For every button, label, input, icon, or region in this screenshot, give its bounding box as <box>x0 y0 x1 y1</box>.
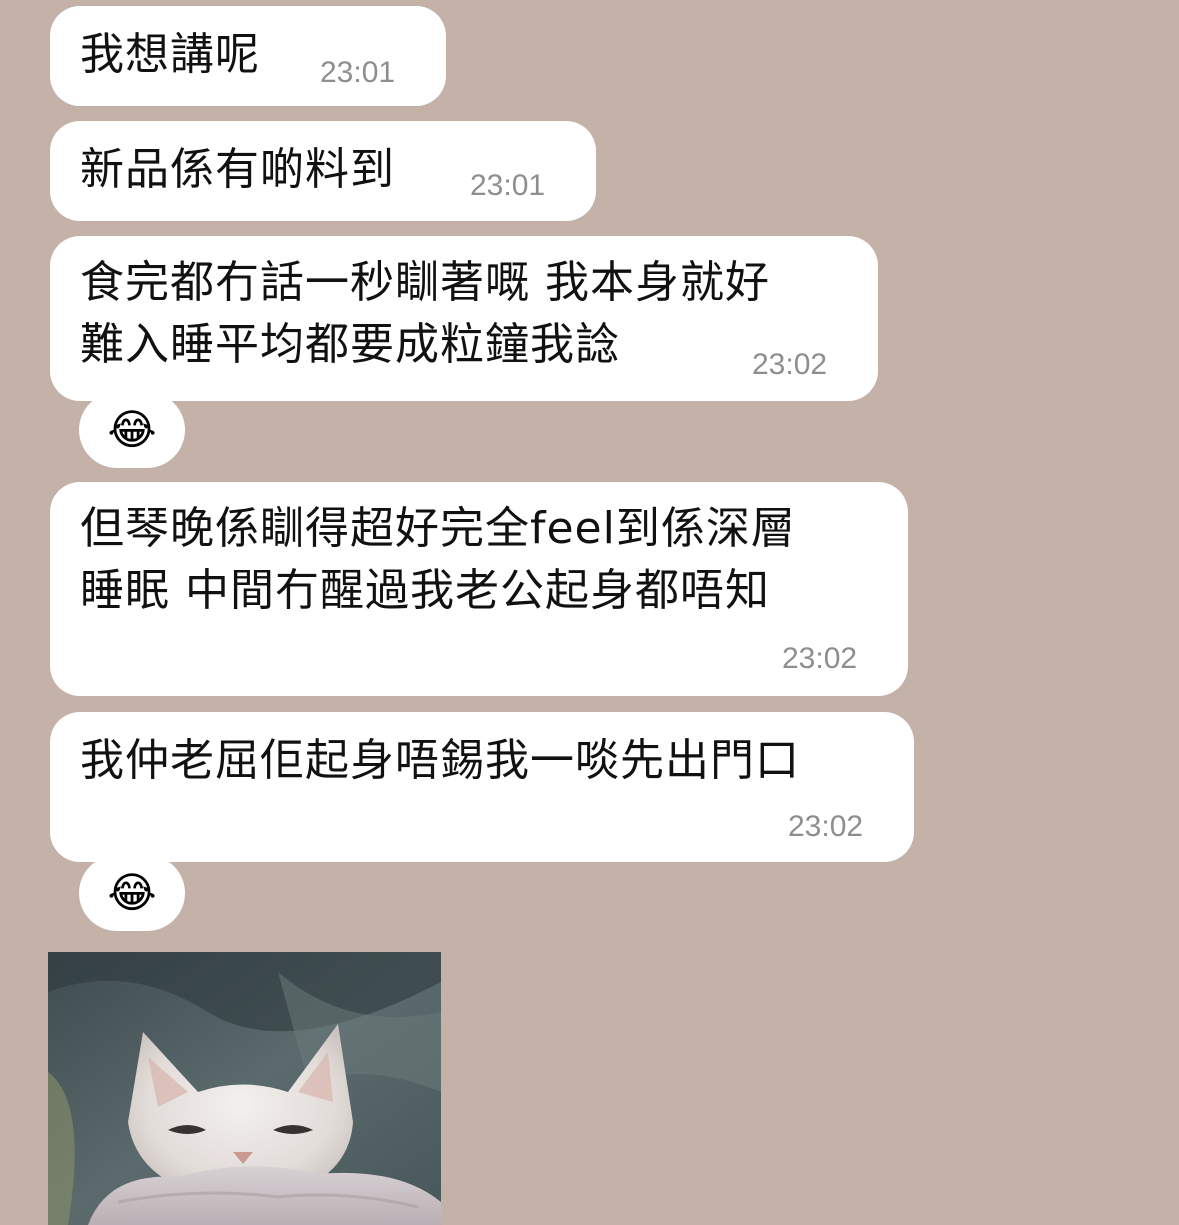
message-text: 我想講呢 <box>80 29 260 80</box>
message-bubble[interactable]: 但琴晚係瞓得超好完全feel到係深層 睡眠 中間冇醒過我老公起身都唔知 23:0… <box>50 482 908 696</box>
message-time: 23:01 <box>320 56 396 89</box>
laughing-tears-emoji-icon: 😂 <box>107 405 157 454</box>
message-time: 23:02 <box>752 348 828 381</box>
cat-photo-image <box>48 952 441 1225</box>
message-bubble[interactable]: 食完都冇話一秒瞓著嘅 我本身就好 難入睡平均都要成粒鐘我諗 23:02 <box>50 236 878 401</box>
message-time: 23:02 <box>782 642 858 675</box>
laughing-tears-emoji-icon: 😂 <box>107 868 157 917</box>
message-time: 23:02 <box>788 810 864 843</box>
message-text: 但琴晚係瞓得超好完全feel到係深層 睡眠 中間冇醒過我老公起身都唔知 <box>80 503 796 616</box>
message-bubble[interactable]: 我想講呢 23:01 <box>50 6 446 106</box>
message-text: 食完都冇話一秒瞓著嘅 我本身就好 難入睡平均都要成粒鐘我諗 <box>80 257 770 370</box>
message-text: 我仲老屈佢起身唔錫我一啖先出門口 <box>80 735 800 786</box>
message-text: 新品係有啲料到 <box>80 144 395 195</box>
message-time: 23:01 <box>470 169 546 202</box>
chat-thread: 我想講呢 23:01 新品係有啲料到 23:01 食完都冇話一秒瞓著嘅 我本身就… <box>0 0 1179 1225</box>
reaction-badge[interactable]: 😂 <box>79 855 185 931</box>
message-bubble[interactable]: 新品係有啲料到 23:01 <box>50 121 596 221</box>
cat-photo[interactable] <box>48 952 441 1225</box>
reaction-badge[interactable]: 😂 <box>79 392 185 468</box>
message-bubble[interactable]: 我仲老屈佢起身唔錫我一啖先出門口 23:02 <box>50 712 914 862</box>
